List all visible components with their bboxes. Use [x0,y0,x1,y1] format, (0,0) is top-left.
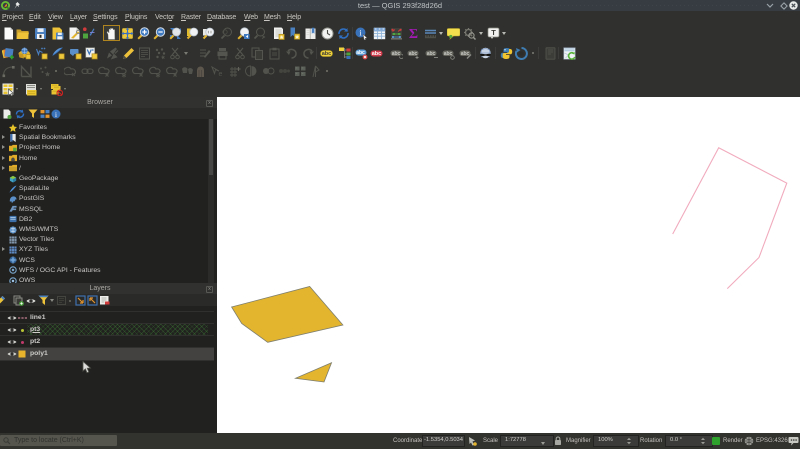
svg-text:e: e [219,71,223,78]
svg-text:abc: abc [461,51,470,57]
svg-text:abc: abc [409,51,418,57]
svg-text:abc: abc [322,51,331,57]
svg-text:Σ: Σ [409,27,418,39]
svg-text:abc: abc [372,51,381,57]
svg-text:abc: abc [392,51,401,57]
svg-text:abc: abc [427,51,436,57]
svg-text:T: T [491,28,496,37]
svg-text:i: i [55,110,57,118]
